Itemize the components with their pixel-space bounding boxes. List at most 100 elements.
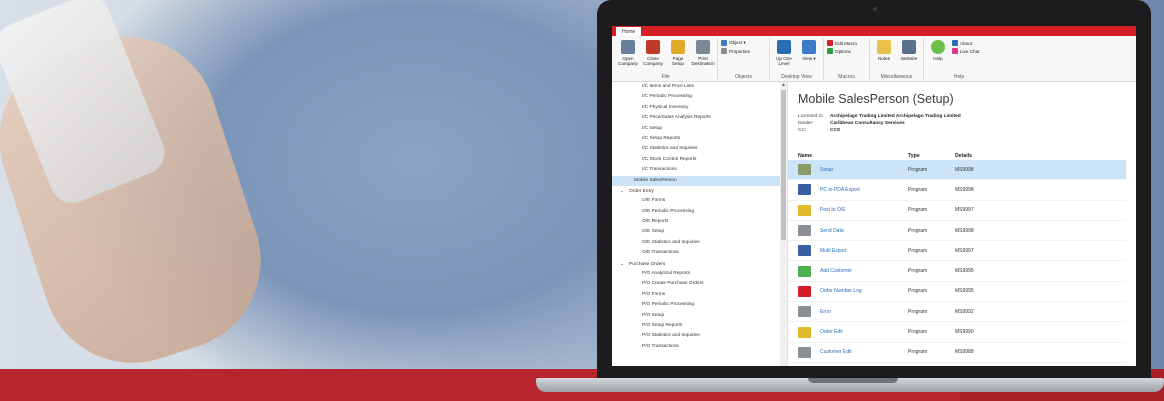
view-button[interactable]: View ▾ (798, 38, 820, 61)
column-details[interactable]: Details (955, 152, 1015, 160)
tree-item-label: O/E Setup (642, 229, 665, 235)
multi-export-icon (798, 245, 811, 257)
print-destination-button[interactable]: Print Destination (692, 38, 715, 67)
tree-item-p-o-setup[interactable]: P/O Setup (612, 311, 787, 321)
live-chat-button[interactable]: Live Chat (952, 48, 979, 54)
close-company-button[interactable]: Close Company (642, 38, 664, 67)
notes-button[interactable]: Notes (873, 38, 895, 61)
license-info: Licensed to: Archipelago Trading Limited … (798, 113, 1126, 134)
tree-item-label: P/O Forms (642, 291, 666, 297)
order-edit-icon (798, 326, 811, 338)
tree-item-i-c-items-and-price-lists[interactable]: I/C Items and Price Lists (612, 82, 787, 92)
program-name[interactable]: Order Edit (820, 329, 908, 335)
about-button[interactable]: About (952, 40, 979, 46)
group-label-desktop-view: Desktop View (781, 74, 812, 80)
program-name[interactable]: Send Data (820, 228, 908, 234)
tree-item-i-c-statistics-and-inquiries[interactable]: I/C Statistics and Inquiries (612, 144, 787, 154)
tree-item-mobile-salesperson[interactable]: Mobile SalesPerson (612, 175, 787, 186)
tree-item-o-e-transactions[interactable]: O/E Transactions (612, 248, 787, 258)
chevron-down-icon[interactable]: ⌄ (620, 186, 629, 196)
tree-item-p-o-periodic-processing[interactable]: P/O Periodic Processing (612, 300, 787, 310)
program-type: Program (908, 207, 928, 214)
help-button[interactable]: Help (927, 38, 949, 61)
object-button[interactable]: Object ▾ (721, 40, 766, 46)
checklist-icon (798, 285, 811, 297)
ribbon-group-macros: Edit Macro Options Macros (824, 38, 870, 81)
program-name[interactable]: Customer Edit (820, 349, 908, 355)
program-name[interactable]: Error (820, 309, 908, 315)
tree-item-label: I/C Periodic Processing (642, 94, 692, 100)
up-one-level-button[interactable]: Up One Level (773, 38, 795, 67)
program-name[interactable]: Setup (820, 167, 908, 173)
page-setup-button[interactable]: Page Setup (667, 38, 689, 67)
program-type: Program (908, 329, 928, 336)
program-name[interactable]: Order Number Log (820, 288, 908, 294)
tree-item-i-c-setup-reports[interactable]: I/C Setup Reports (612, 134, 787, 144)
website-button[interactable]: Website (898, 38, 920, 61)
folder-icon (798, 164, 811, 176)
tree-scrollbar[interactable]: ▲ (780, 82, 787, 366)
tree-item-i-c-stock-control-reports[interactable]: I/C Stock Control Reports (612, 155, 787, 165)
program-row-order-edit[interactable]: Order Edit Program MS9990 (788, 322, 1126, 343)
button-label: Properties (729, 48, 750, 54)
program-name[interactable]: Multi Export (820, 248, 908, 254)
tree-item-o-e-statistics-and-inquiries[interactable]: O/E Statistics and Inquiries (612, 238, 787, 248)
button-label: Object ▾ (729, 40, 746, 45)
group-label-file: File (661, 74, 670, 80)
program-row-post-to-o-e[interactable]: Post to O/E Program MS9997 (788, 201, 1126, 221)
tree-item-p-o-transactions[interactable]: P/O Transactions (612, 342, 787, 352)
edit-macro-button[interactable]: Edit Macro (827, 40, 866, 46)
tree-item-i-c-setup[interactable]: I/C Setup (612, 124, 787, 134)
program-row-send-data[interactable]: Send Data Program MS9998 (788, 221, 1126, 242)
program-row-order-number-log[interactable]: Order Number Log Program MS9995 (788, 282, 1126, 303)
tree-item-i-c-price-sales-analysis-reports[interactable]: I/C Price/Sales Analysis Reports (612, 113, 787, 123)
tree-item-o-e-setup[interactable]: O/E Setup (612, 227, 787, 237)
column-type[interactable]: Type (908, 152, 955, 160)
tree-item-i-c-transactions[interactable]: I/C Transactions (612, 165, 787, 175)
tree-item-p-o-create-purchase-orders[interactable]: P/O Create Purchase Orders (612, 279, 787, 289)
tree-item-o-e-forms[interactable]: O/E Forms (612, 196, 787, 206)
program-name[interactable]: PC to PDA Export (820, 187, 908, 193)
program-row-add-customer[interactable]: Add Customer Program MS9995 (788, 261, 1126, 282)
meta-row: Dealer: Caribbean Consultancy Services (798, 120, 1126, 127)
tree-item-p-o-statistics-and-inquiries[interactable]: P/O Statistics and Inquiries (612, 331, 787, 341)
tree-item-o-e-reports[interactable]: O/E Reports (612, 217, 787, 227)
tree-item-purchase-orders[interactable]: ⌄ Purchase Orders (612, 259, 787, 269)
tree-item-p-o-analytical-reports[interactable]: P/O Analytical Reports (612, 269, 787, 279)
options-button[interactable]: Options (827, 48, 866, 54)
tab-home[interactable]: Home (615, 26, 643, 36)
scroll-up-arrow-icon[interactable]: ▲ (780, 82, 787, 89)
group-label-help: Help (953, 74, 965, 80)
program-row-multi-export[interactable]: Multi Export Program MS9997 (788, 241, 1126, 262)
program-name[interactable]: Post to O/E (820, 207, 908, 213)
page-title: Mobile SalesPerson (Setup) (798, 92, 954, 106)
program-row-error[interactable]: Error Program MS9992 (788, 302, 1126, 323)
tree-item-label: I/C Statistics and Inquiries (642, 146, 698, 152)
meta-row: Licensed to: Archipelago Trading Limited … (798, 113, 1126, 120)
tree-item-p-o-forms[interactable]: P/O Forms (612, 290, 787, 300)
tree-item-i-c-physical-inventory[interactable]: I/C Physical Inventory (612, 103, 787, 113)
help-icon (931, 40, 945, 54)
column-name[interactable]: Name (798, 152, 908, 160)
program-row-customer-edit[interactable]: Customer Edit Program MS9988 (788, 343, 1126, 363)
tree-item-order-entry[interactable]: ⌄ Order Entry (612, 186, 787, 196)
tree-item-label: I/C Transactions (642, 167, 677, 173)
tree-item-o-e-periodic-processing[interactable]: O/E Periodic Processing (612, 207, 787, 217)
program-row-setup[interactable]: Setup Program MS9998 (788, 160, 1126, 181)
program-row-pc-to-pda-export[interactable]: PC to PDA Export Program MS9998 (788, 180, 1126, 201)
properties-button[interactable]: Properties (721, 48, 766, 54)
tree-item-label: I/C Setup (642, 125, 662, 131)
program-details: MS9998 (955, 227, 974, 234)
content-panes: I/C Items and Price Lists I/C Periodic Pr… (612, 82, 1136, 366)
program-type: Program (908, 166, 928, 173)
open-company-button[interactable]: Open Company (617, 38, 639, 67)
chevron-down-icon[interactable]: ⌄ (620, 259, 629, 269)
program-name[interactable]: Add Customer (820, 268, 908, 274)
meta-value: CCS (830, 128, 841, 133)
printer-icon (696, 40, 710, 54)
tree-item-p-o-setup-reports[interactable]: P/O Setup Reports (612, 321, 787, 331)
app-window: Home Open Company Close Company Page Setup… (612, 26, 1136, 366)
button-label: Edit Macro (835, 40, 857, 46)
scrollbar-thumb[interactable] (781, 90, 786, 240)
tree-item-i-c-periodic-processing[interactable]: I/C Periodic Processing (612, 92, 787, 102)
